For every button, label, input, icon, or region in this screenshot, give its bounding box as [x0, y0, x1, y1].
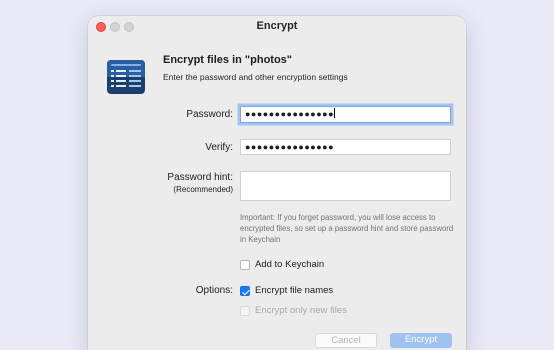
- verify-value: ●●●●●●●●●●●●●●●: [245, 142, 335, 152]
- window-title: Encrypt: [256, 20, 298, 32]
- password-value: ●●●●●●●●●●●●●●●: [245, 109, 335, 119]
- password-warning-note: Important: If you forget password, you w…: [240, 213, 454, 244]
- encrypt-dialog: Encrypt Encrypt files in "photos" Enter …: [88, 16, 466, 350]
- dialog-heading: Encrypt files in "photos": [163, 54, 292, 66]
- add-to-keychain-checkbox[interactable]: [240, 260, 250, 270]
- encrypt-only-new-files-label[interactable]: Encrypt only new files: [255, 305, 347, 316]
- title-bar: Encrypt: [88, 16, 466, 38]
- add-to-keychain-label[interactable]: Add to Keychain: [255, 259, 324, 270]
- password-label: Password:: [186, 109, 233, 120]
- encrypt-button[interactable]: Encrypt: [390, 333, 452, 348]
- dialog-subheading: Enter the password and other encryption …: [163, 72, 348, 82]
- options-label: Options:: [195, 285, 233, 296]
- text-cursor: [334, 108, 336, 118]
- password-field[interactable]: ●●●●●●●●●●●●●●●: [240, 106, 451, 123]
- encrypt-only-new-files-checkbox[interactable]: [240, 306, 250, 316]
- verify-field[interactable]: ●●●●●●●●●●●●●●●: [240, 139, 451, 155]
- encrypto-app-icon: [107, 60, 145, 94]
- password-hint-label: Password hint:: [167, 172, 233, 183]
- verify-label: Verify:: [205, 142, 233, 153]
- password-hint-field[interactable]: [240, 171, 451, 201]
- password-hint-sublabel: (Recommended): [173, 185, 233, 194]
- encrypt-file-names-label[interactable]: Encrypt file names: [255, 285, 333, 296]
- encrypt-file-names-checkbox[interactable]: [240, 286, 250, 296]
- cancel-button[interactable]: Cancel: [315, 333, 377, 348]
